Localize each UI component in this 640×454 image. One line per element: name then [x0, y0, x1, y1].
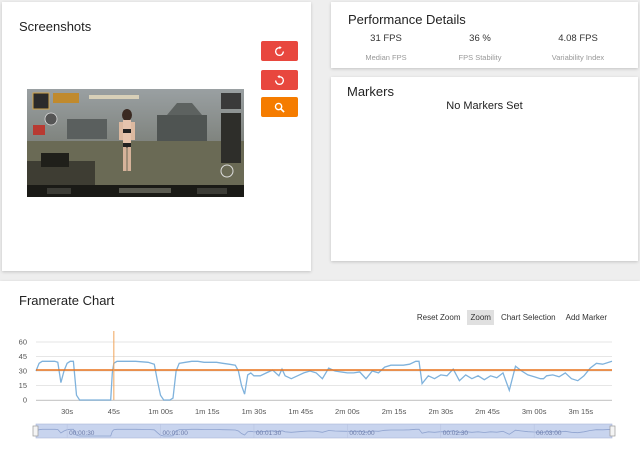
x-tick-label: 3m 15s — [569, 407, 594, 416]
navigator-tick-label: 00:01:30 — [256, 430, 282, 437]
stat-value: 36 % — [469, 33, 491, 44]
stat-fps-stability: 36 % FPS Stability — [435, 33, 525, 62]
screenshots-title: Screenshots — [19, 19, 92, 34]
performance-details-title: Performance Details — [348, 12, 466, 27]
game-screenshot-image — [27, 89, 244, 197]
y-tick-label: 45 — [19, 352, 27, 361]
navigator-tick-label: 00:03:00 — [536, 430, 562, 437]
x-tick-label: 2m 00s — [335, 407, 360, 416]
markers-panel: Markers No Markers Set — [331, 77, 638, 261]
navigator-tick-label: 00:02:00 — [349, 430, 375, 437]
navigator-selection[interactable] — [35, 423, 613, 439]
x-tick-label: 2m 15s — [382, 407, 407, 416]
x-tick-label: 1m 00s — [148, 407, 173, 416]
navigator-tick-label: 00:00:30 — [69, 430, 95, 437]
rotate-right-icon — [274, 74, 285, 85]
framerate-chart[interactable]: 60 45 30 15 0 30s 45s 1m 00s 1m 15s 1m 30s 1m 45s 2… — [0, 281, 640, 454]
screenshots-panel: Screenshots — [2, 2, 311, 271]
stat-label: Variability Index — [551, 53, 605, 62]
y-tick-label: 0 — [23, 396, 27, 405]
x-tick-label: 30s — [61, 407, 73, 416]
y-tick-label: 60 — [19, 338, 27, 347]
stat-median-fps: 31 FPS Median FPS — [341, 33, 431, 62]
game-screenshot-thumbnail[interactable] — [27, 89, 244, 197]
rotate-left-button[interactable] — [261, 41, 298, 61]
x-tick-label: 1m 45s — [288, 407, 313, 416]
y-tick-label: 30 — [19, 367, 27, 376]
no-markers-message: No Markers Set — [446, 100, 523, 112]
x-tick-label: 1m 15s — [195, 407, 220, 416]
x-tick-label: 3m 00s — [522, 407, 547, 416]
x-tick-label: 2m 45s — [475, 407, 500, 416]
framerate-chart-panel: Framerate Chart Reset Zoom Zoom Chart Se… — [0, 281, 640, 454]
zoom-screenshot-button[interactable] — [261, 97, 298, 117]
navigator-tick-label: 00:02:30 — [443, 430, 469, 437]
y-tick-label: 15 — [19, 381, 27, 390]
x-tick-label: 2m 30s — [428, 407, 453, 416]
x-tick-label: 1m 30s — [242, 407, 267, 416]
stat-value: 4.08 FPS — [558, 33, 598, 44]
magnifier-icon — [274, 102, 285, 113]
markers-title: Markers — [347, 84, 394, 99]
rotate-right-button[interactable] — [261, 70, 298, 90]
framerate-series-line — [35, 360, 613, 401]
performance-details-panel: Performance Details 31 FPS Median FPS 36… — [331, 2, 638, 68]
stat-value: 31 FPS — [370, 33, 402, 44]
x-tick-label: 45s — [108, 407, 120, 416]
stat-label: FPS Stability — [458, 53, 502, 62]
navigator-handle-left[interactable] — [32, 425, 39, 437]
stat-variability-index: 4.08 FPS Variability Index — [533, 33, 623, 62]
navigator-handle-right[interactable] — [609, 425, 616, 437]
rotate-left-icon — [274, 45, 285, 56]
navigator-tick-label: 00:01:00 — [163, 430, 189, 437]
stat-label: Median FPS — [365, 53, 407, 62]
